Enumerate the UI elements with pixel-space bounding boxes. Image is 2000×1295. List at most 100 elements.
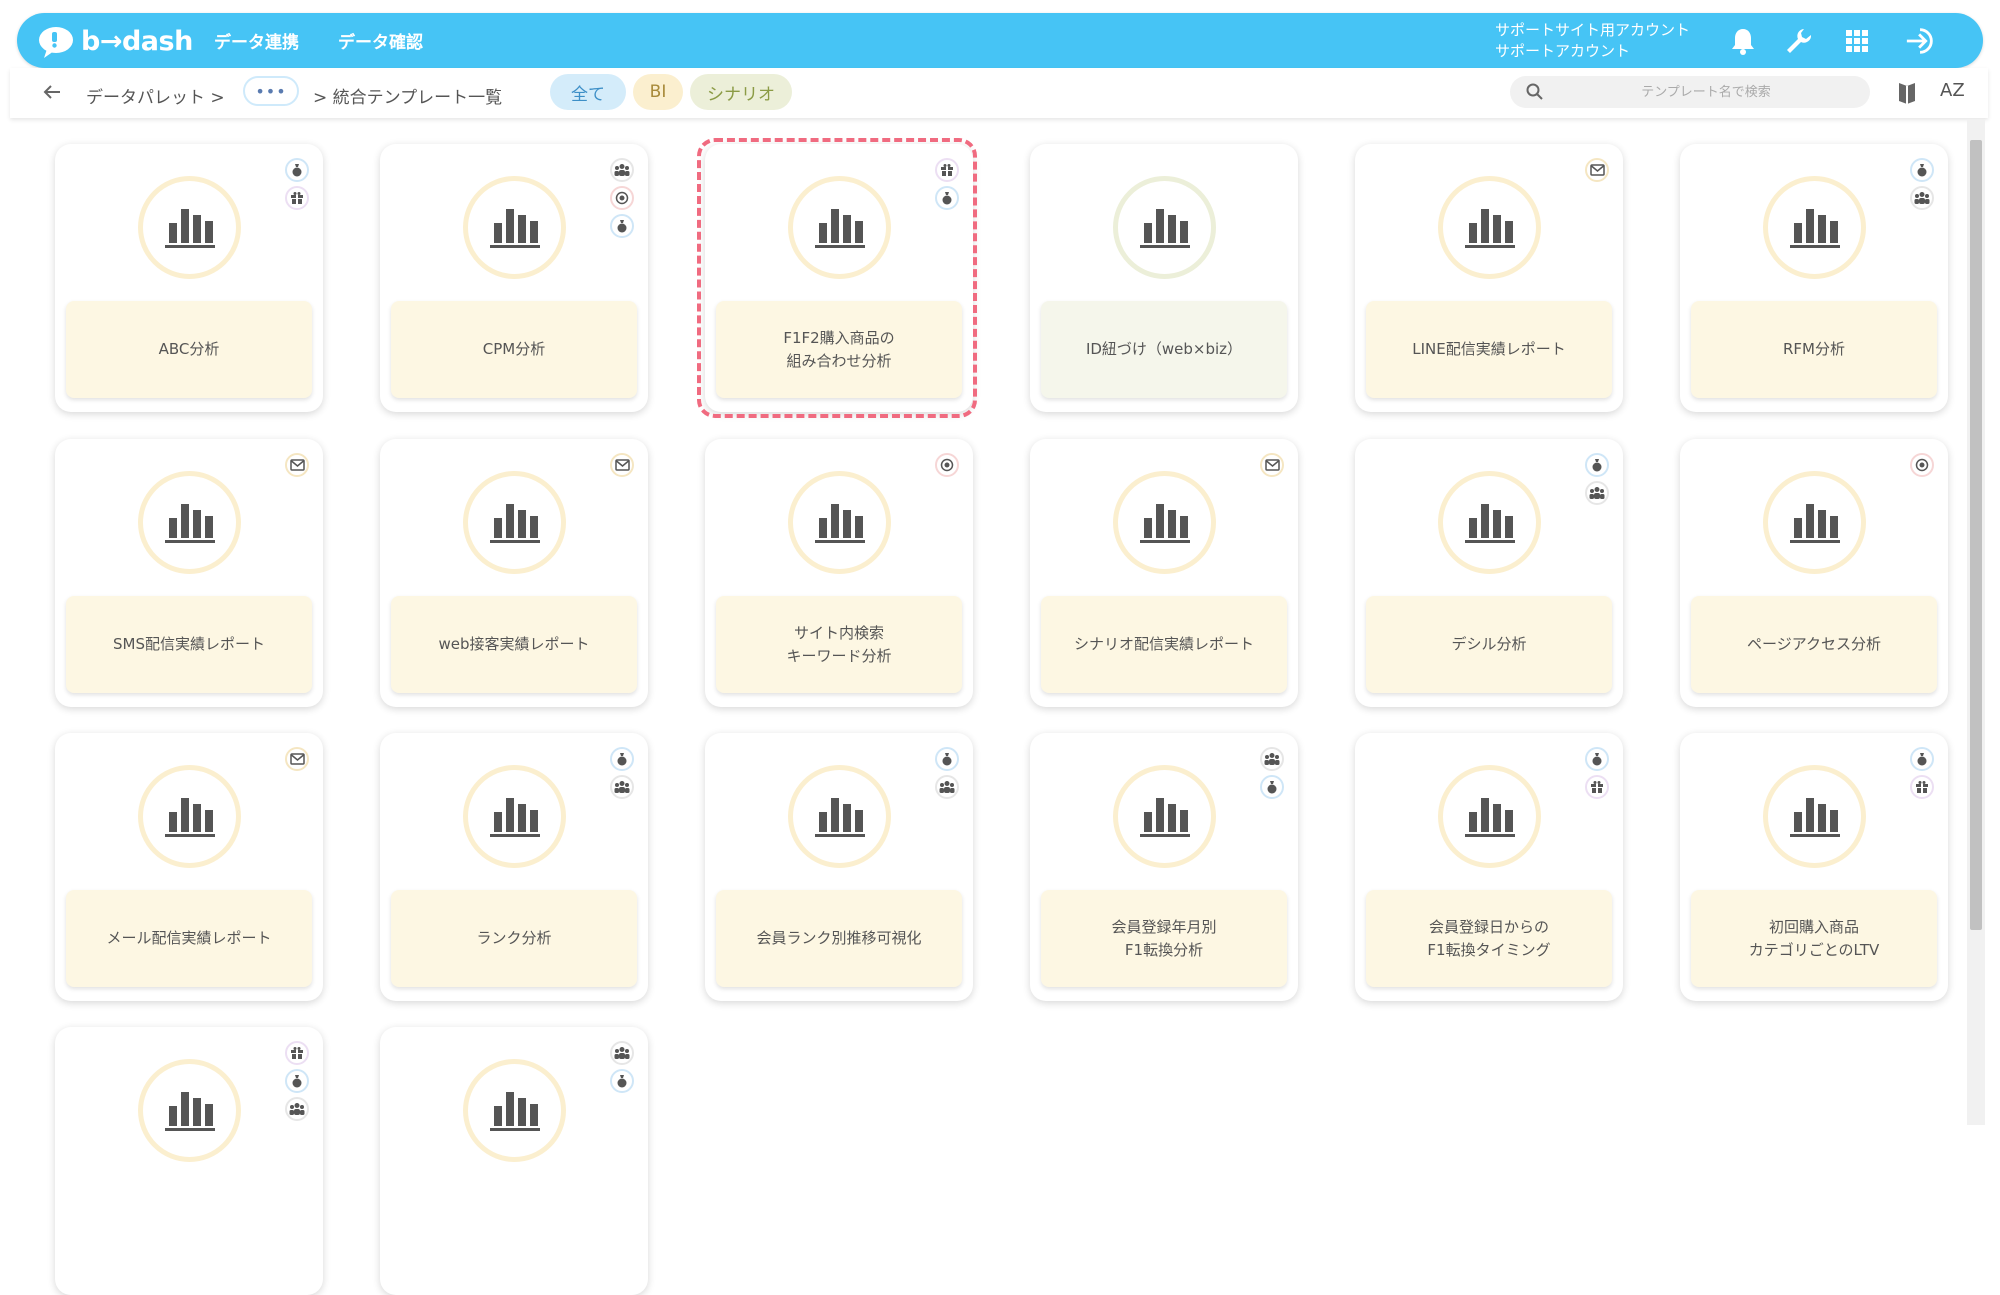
template-badges — [1910, 747, 1934, 799]
template-badges — [1910, 158, 1934, 210]
template-card[interactable]: 初回購入商品 カテゴリごとのLTV — [1680, 733, 1948, 1001]
template-name: シナリオ配信実績レポート — [1041, 596, 1287, 693]
template-badges — [610, 1041, 634, 1093]
template-card[interactable]: F1F2購入商品の 組み合わせ分析 — [705, 144, 973, 412]
template-name: 会員登録日からの F1転換タイミング — [1366, 890, 1612, 987]
template-chart-icon — [1438, 471, 1541, 574]
money-icon — [285, 1069, 309, 1093]
gift-icon — [1910, 775, 1934, 799]
template-name: メール配信実績レポート — [66, 890, 312, 987]
target-icon — [1910, 453, 1934, 477]
template-name: ABC分析 — [66, 301, 312, 398]
template-card[interactable]: サイト内検索 キーワード分析 — [705, 439, 973, 707]
template-name: web接客実績レポート — [391, 596, 637, 693]
mail-icon — [610, 453, 634, 477]
nav-data-integration[interactable]: データ連携 — [214, 28, 299, 53]
template-chart-icon — [138, 471, 241, 574]
logo[interactable]: b→dash — [37, 23, 193, 59]
template-chart-icon — [463, 765, 566, 868]
money-icon — [1585, 747, 1609, 771]
users-icon — [1910, 186, 1934, 210]
bell-icon[interactable] — [1727, 25, 1759, 57]
filter-bi-tab[interactable]: BI — [633, 74, 683, 110]
bar-chart-icon — [1790, 798, 1840, 837]
users-icon — [935, 775, 959, 799]
sort-az-button[interactable]: AZ — [1940, 80, 1965, 101]
template-badges — [935, 453, 959, 477]
bar-chart-icon — [1465, 798, 1515, 837]
bar-chart-icon — [165, 209, 215, 248]
money-icon — [1585, 453, 1609, 477]
template-name: ページアクセス分析 — [1691, 596, 1937, 693]
template-card[interactable]: ABC分析 — [55, 144, 323, 412]
wrench-icon[interactable] — [1782, 25, 1814, 57]
account-info[interactable]: サポートサイト用アカウント サポートアカウント — [1495, 20, 1690, 62]
template-card[interactable]: LINE配信実績レポート — [1355, 144, 1623, 412]
back-arrow-icon[interactable] — [40, 80, 64, 104]
template-card[interactable]: CPM分析 — [380, 144, 648, 412]
template-name: ランク分析 — [391, 890, 637, 987]
template-search[interactable] — [1510, 76, 1870, 108]
template-card[interactable]: ランク分析 — [380, 733, 648, 1001]
template-badges — [285, 747, 309, 771]
template-card[interactable]: 会員ランク別推移可視化 — [705, 733, 973, 1001]
template-chart-icon — [1438, 176, 1541, 279]
template-chart-icon — [138, 765, 241, 868]
template-chart-icon — [1113, 176, 1216, 279]
logout-icon[interactable] — [1905, 25, 1937, 57]
mail-icon — [285, 453, 309, 477]
money-icon — [610, 1069, 634, 1093]
template-name: サイト内検索 キーワード分析 — [716, 596, 962, 693]
template-name: 会員登録年月別 F1転換分析 — [1041, 890, 1287, 987]
template-chart-icon — [1763, 176, 1866, 279]
gift-icon — [935, 158, 959, 182]
grid-icon[interactable] — [1841, 25, 1873, 57]
filter-scenario-tab[interactable]: シナリオ — [690, 74, 792, 110]
template-card[interactable]: web接客実績レポート — [380, 439, 648, 707]
breadcrumb-root[interactable]: データパレット > — [86, 83, 225, 108]
template-card[interactable] — [380, 1027, 648, 1295]
money-icon — [610, 747, 634, 771]
filter-all-tab[interactable]: 全て — [550, 74, 626, 110]
template-card[interactable] — [55, 1027, 323, 1295]
bar-chart-icon — [165, 504, 215, 543]
mail-icon — [285, 747, 309, 771]
template-badges — [285, 453, 309, 477]
bar-chart-icon — [815, 798, 865, 837]
bar-chart-icon — [490, 209, 540, 248]
template-card[interactable]: メール配信実績レポート — [55, 733, 323, 1001]
template-name: 会員ランク別推移可視化 — [716, 890, 962, 987]
breadcrumb-more-button[interactable]: ••• — [243, 76, 299, 106]
template-badges — [935, 158, 959, 210]
bar-chart-icon — [1790, 504, 1840, 543]
template-name: 初回購入商品 カテゴリごとのLTV — [1691, 890, 1937, 987]
users-icon — [610, 1041, 634, 1065]
template-badges — [1585, 158, 1609, 182]
template-card[interactable]: ID紐づけ（web×biz） — [1030, 144, 1298, 412]
template-name: CPM分析 — [391, 301, 637, 398]
template-card[interactable]: 会員登録日からの F1転換タイミング — [1355, 733, 1623, 1001]
bookmark-icon[interactable] — [1896, 80, 1920, 106]
template-card[interactable]: RFM分析 — [1680, 144, 1948, 412]
bar-chart-icon — [1140, 798, 1190, 837]
money-icon — [285, 158, 309, 182]
bar-chart-icon — [1790, 209, 1840, 248]
template-chart-icon — [138, 176, 241, 279]
bar-chart-icon — [815, 504, 865, 543]
template-card[interactable]: シナリオ配信実績レポート — [1030, 439, 1298, 707]
bar-chart-icon — [165, 798, 215, 837]
bar-chart-icon — [490, 1092, 540, 1131]
nav-data-check[interactable]: データ確認 — [338, 28, 423, 53]
account-user-name: サポートアカウント — [1495, 42, 1631, 60]
template-card[interactable]: デシル分析 — [1355, 439, 1623, 707]
template-card[interactable]: SMS配信実績レポート — [55, 439, 323, 707]
money-icon — [935, 186, 959, 210]
scrollbar-thumb[interactable] — [1970, 140, 1982, 930]
template-chart-icon — [788, 765, 891, 868]
template-card[interactable]: 会員登録年月別 F1転換分析 — [1030, 733, 1298, 1001]
template-name: RFM分析 — [1691, 301, 1937, 398]
search-input[interactable] — [1554, 83, 1858, 101]
template-card[interactable]: ページアクセス分析 — [1680, 439, 1948, 707]
template-badges — [1260, 453, 1284, 477]
template-name: デシル分析 — [1366, 596, 1612, 693]
